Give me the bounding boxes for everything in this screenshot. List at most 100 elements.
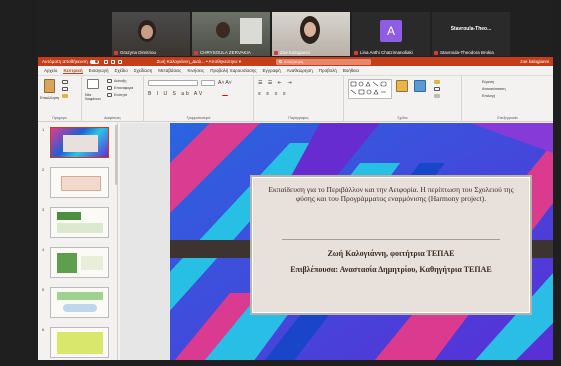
ribbon-group-slides: Νέα διαφάνεια Διάταξη Επαναφορά Ενότητα … (82, 76, 144, 122)
slide-thumbnail-4[interactable] (50, 247, 109, 278)
ribbon-group-clipboard: Επικόλληση Πρόχειρο (38, 76, 82, 122)
current-slide[interactable]: Εκπαίδευση για το Περιβάλλον και την Αει… (170, 123, 553, 366)
slide-thumbnail-6[interactable] (50, 327, 109, 358)
user-name[interactable]: zoe kalogianni (520, 59, 549, 64)
shapes-icon (350, 81, 387, 95)
title-placeholder[interactable]: Εκπαίδευση για το Περιβάλλον και την Αει… (250, 175, 532, 315)
title-bar: Αυτόματη αποθήκευση Ζωή Καλογιάννη_Διαλ.… (38, 57, 553, 66)
slide-editor: Εκπαίδευση για το Περιβάλλον και την Αει… (120, 123, 553, 366)
powerpoint-window: Αυτόματη αποθήκευση Ζωή Καλογιάννη_Διαλ.… (38, 57, 553, 366)
tab-help[interactable]: Βοήθεια (343, 68, 359, 73)
shape-fill-icon[interactable] (434, 80, 440, 84)
undo-icon[interactable] (110, 59, 115, 64)
font-size-select[interactable] (201, 80, 215, 86)
slide-thumbnail-3[interactable] (50, 207, 109, 238)
copy-icon[interactable] (62, 87, 68, 91)
ribbon-group-editing: Εύρεση Αντικατάσταση Επιλογή Επεξεργασία (462, 76, 553, 122)
participant-tile[interactable]: CHRYSOULA ZERVAKIA (192, 12, 270, 56)
participant-name: Zoe Kalogianni (274, 50, 348, 55)
font-name-select[interactable] (148, 80, 198, 86)
tab-animations[interactable]: Κινήσεις (187, 68, 204, 73)
participant-tile[interactable]: Grazyna Dimitriou (112, 12, 190, 56)
tab-review[interactable]: Αναθεώρηση (287, 68, 313, 73)
tab-transitions[interactable]: Μεταβάσεις (158, 68, 181, 73)
cut-icon[interactable] (62, 80, 68, 84)
participant-tile[interactable]: Stavroula-Theo... Stavroula-Theodora Bro… (432, 12, 510, 56)
participant-face (141, 25, 153, 39)
save-icon[interactable] (103, 59, 108, 64)
tab-insert[interactable]: Εισαγωγή (89, 68, 109, 73)
participant-tile[interactable]: Zoe Kalogianni (272, 12, 350, 56)
participant-name: CHRYSOULA ZERVAKIA (194, 50, 268, 55)
participant-name: Lina Anthi Chatzimanoliaki (354, 50, 428, 55)
ribbon: Επικόλληση Πρόχειρο Νέα διαφάνεια Διάταξ… (38, 76, 553, 122)
shape-outline-icon[interactable] (434, 87, 440, 91)
slide-thumbnail-5[interactable] (50, 287, 109, 318)
align-icons[interactable]: ≡ ≡ ≡ ≡ (258, 91, 288, 97)
font-color-icon[interactable] (222, 91, 228, 96)
participant-strip: Grazyna Dimitriou CHRYSOULA ZERVAKIA Zoe… (112, 12, 510, 56)
tab-draw[interactable]: Σχέδιο (115, 68, 128, 73)
search-input[interactable]: Αναζήτηση (275, 58, 371, 65)
slide-author[interactable]: Ζωή Καλογιάννη, φοιτήτρια ΤΕΠΑΕ (262, 249, 520, 258)
screen-bottom-bar (0, 360, 561, 366)
tab-slideshow[interactable]: Προβολή παρουσίασης (210, 68, 256, 73)
document-title[interactable]: Ζωή Καλογιάννη_Διαλ... • Αποθηκεύτηκε ▾ (157, 59, 241, 65)
slide-heading[interactable]: Εκπαίδευση για το Περιβάλλον και την Αει… (262, 185, 520, 203)
participant-face (304, 22, 316, 37)
decorative-band (170, 240, 252, 258)
redo-icon[interactable] (117, 59, 122, 64)
toggle-icon (89, 59, 99, 64)
tab-home[interactable]: Κεντρική (63, 68, 83, 74)
thumbnail-content (61, 176, 101, 191)
arrange-icon[interactable] (396, 80, 408, 92)
replace-button[interactable]: Αντικατάσταση (482, 87, 506, 91)
thumbnail-content (57, 292, 103, 300)
reset-button[interactable]: Επαναφορά (114, 86, 133, 90)
group-label: Σχέδιο (397, 116, 408, 120)
layout-button[interactable]: Διάταξη (114, 79, 126, 83)
tab-design[interactable]: Σχεδίαση (134, 68, 153, 73)
tab-file[interactable]: Αρχείο (44, 68, 57, 73)
slide-thumbnail-1[interactable] (50, 127, 109, 158)
thumbnail-number: 3 (42, 207, 45, 212)
new-slide-button[interactable]: Νέα διαφάνεια (85, 93, 103, 101)
search-icon (278, 60, 282, 63)
tab-view[interactable]: Προβολή (319, 68, 337, 73)
section-icon (107, 93, 112, 97)
format-painter-icon[interactable] (62, 94, 68, 98)
find-button[interactable]: Εύρεση (482, 80, 494, 84)
background-window (240, 18, 262, 44)
reset-icon (107, 86, 112, 90)
slide-supervisor[interactable]: Επιβλέπουσα: Αναστασία Δημητρίου, Καθηγή… (272, 265, 510, 275)
thumbnail-content (63, 304, 97, 312)
mic-muted-icon (114, 50, 118, 55)
search-placeholder: Αναζήτηση (283, 59, 304, 64)
font-style-icons[interactable]: B I U S ab AV (148, 91, 204, 97)
list-icons[interactable]: ☰ ☰ ⇤ ⇥ (258, 80, 294, 86)
new-slide-icon[interactable] (87, 79, 99, 89)
participant-tile[interactable]: A Lina Anthi Chatzimanoliaki (352, 12, 430, 56)
grow-font-icon[interactable]: A˄ A˅ (218, 80, 232, 86)
paste-icon[interactable] (44, 79, 55, 93)
select-button[interactable]: Επιλογή (482, 94, 495, 98)
group-label: Παράγραφος (288, 116, 309, 120)
screen-frame-left (0, 0, 38, 366)
ribbon-tabs: Αρχείο Κεντρική Εισαγωγή Σχέδιο Σχεδίαση… (38, 66, 553, 76)
autosave-label: Αυτόματη αποθήκευση (42, 59, 88, 64)
slide-thumbnail-2[interactable] (50, 167, 109, 198)
thumbnails-scrollbar[interactable] (115, 125, 118, 185)
section-button[interactable]: Ενότητα (114, 93, 127, 97)
shapes-gallery[interactable] (348, 79, 392, 99)
thumbnail-number: 5 (42, 287, 45, 292)
quick-styles-icon[interactable] (414, 80, 426, 92)
thumbnail-number: 6 (42, 327, 45, 332)
shape-effects-icon[interactable] (434, 94, 440, 98)
paste-button[interactable]: Επικόλληση (40, 96, 59, 100)
participant-display-name: Stavroula-Theo... (450, 26, 492, 32)
ribbon-group-font: A˄ A˅ B I U S ab AV Γραμματοσειρά (144, 76, 254, 122)
group-label: Διαφάνειες (104, 116, 121, 120)
quick-access-toolbar (103, 59, 122, 64)
tab-record[interactable]: Εγγραφή (263, 68, 281, 73)
autosave-toggle[interactable]: Αυτόματη αποθήκευση (42, 59, 99, 64)
